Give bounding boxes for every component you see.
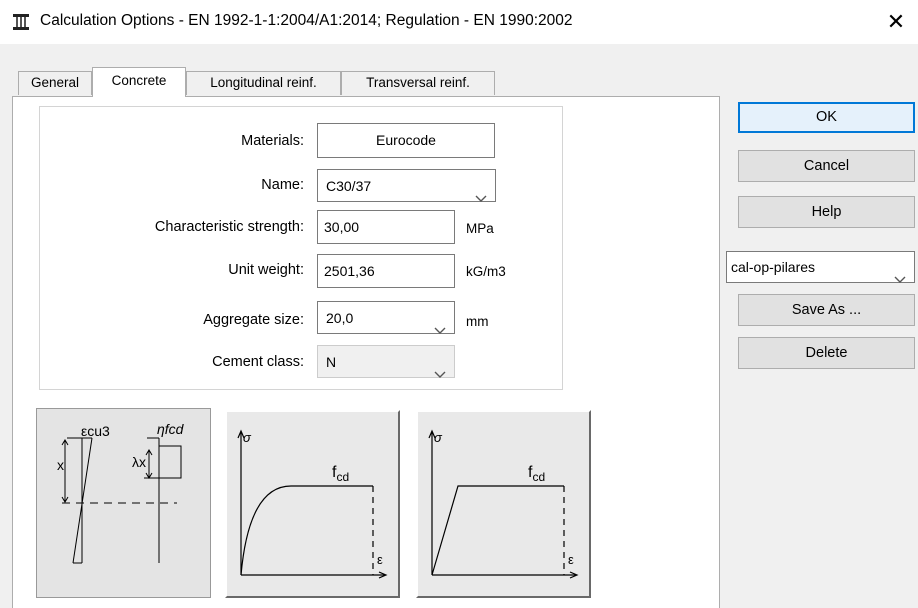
epsilon-axis-label: ε [377, 552, 383, 567]
aggregate-size-unit: mm [466, 314, 489, 329]
preset-value: cal-op-pilares [731, 259, 816, 275]
aggregate-size-label: Aggregate size: [203, 312, 304, 328]
tab-longitudinal-label: Longitudinal reinf. [210, 75, 317, 90]
close-button[interactable]: ✕ [880, 6, 912, 38]
chevron-down-icon [894, 264, 906, 283]
tab-concrete[interactable]: Concrete [92, 67, 186, 97]
app-column-icon [12, 13, 30, 31]
parabola-rectangle-diagram [237, 429, 388, 579]
fcd-label: fcd [528, 464, 546, 485]
bilinear-diagram [428, 429, 579, 579]
rectangular-block-diagram-button[interactable]: εcu3 ηfcd x λx [36, 408, 211, 598]
chevron-down-icon [475, 182, 487, 202]
aggregate-size-value: 20,0 [326, 310, 354, 326]
save-as-button[interactable]: Save As ... [738, 294, 915, 326]
fcd-label: fcd [332, 464, 350, 485]
aggregate-size-select[interactable]: 20,0 [317, 301, 455, 334]
characteristic-strength-label: Characteristic strength: [154, 219, 304, 235]
tab-general-label: General [30, 75, 80, 90]
ecu3-label: εcu3 [81, 423, 110, 439]
preset-select[interactable]: cal-op-pilares [726, 251, 915, 283]
help-button[interactable]: Help [738, 196, 915, 228]
characteristic-strength-field[interactable]: 30,00 [317, 210, 455, 244]
materials-label: Materials: [241, 133, 304, 149]
sigma-axis-label: σ [243, 430, 251, 445]
bilinear-diagram-button[interactable]: σ fcd ε [416, 410, 591, 598]
rectangular-block-diagram [61, 437, 182, 564]
unit-weight-field[interactable]: 2501,36 [317, 254, 455, 288]
chevron-down-icon [434, 314, 446, 334]
name-label: Name: [261, 177, 304, 193]
materials-field[interactable]: Eurocode [317, 123, 495, 158]
delete-button[interactable]: Delete [738, 337, 915, 369]
unit-weight-unit: kG/m3 [466, 264, 506, 279]
lambda-x-label: λx [132, 454, 146, 470]
name-value: C30/37 [326, 178, 372, 194]
tab-longitudinal-reinf[interactable]: Longitudinal reinf. [186, 71, 341, 95]
x-label: x [57, 457, 64, 473]
tab-general[interactable]: General [18, 71, 92, 95]
cement-class-select[interactable]: N [317, 345, 455, 378]
title-bar: Calculation Options - EN 1992-1-1:2004/A… [0, 0, 918, 44]
close-icon: ✕ [886, 9, 906, 34]
cement-class-label: Cement class: [212, 354, 304, 370]
name-select[interactable]: C30/37 [317, 169, 496, 202]
ok-button[interactable]: OK [738, 102, 915, 133]
tab-concrete-label: Concrete [111, 73, 167, 88]
cancel-button[interactable]: Cancel [738, 150, 915, 182]
chevron-down-icon [434, 358, 446, 378]
window-title: Calculation Options - EN 1992-1-1:2004/A… [40, 12, 573, 29]
tab-transversal-label: Transversal reinf. [366, 75, 470, 90]
tab-transversal-reinf[interactable]: Transversal reinf. [341, 71, 495, 95]
epsilon-axis-label: ε [568, 552, 574, 567]
eta-fcd-label: ηfcd [157, 421, 184, 437]
cement-class-value: N [326, 354, 337, 370]
sigma-axis-label: σ [434, 430, 442, 445]
characteristic-strength-unit: MPa [466, 221, 494, 236]
unit-weight-label: Unit weight: [228, 262, 304, 278]
parabola-rectangle-diagram-button[interactable]: σ fcd ε [225, 410, 400, 598]
